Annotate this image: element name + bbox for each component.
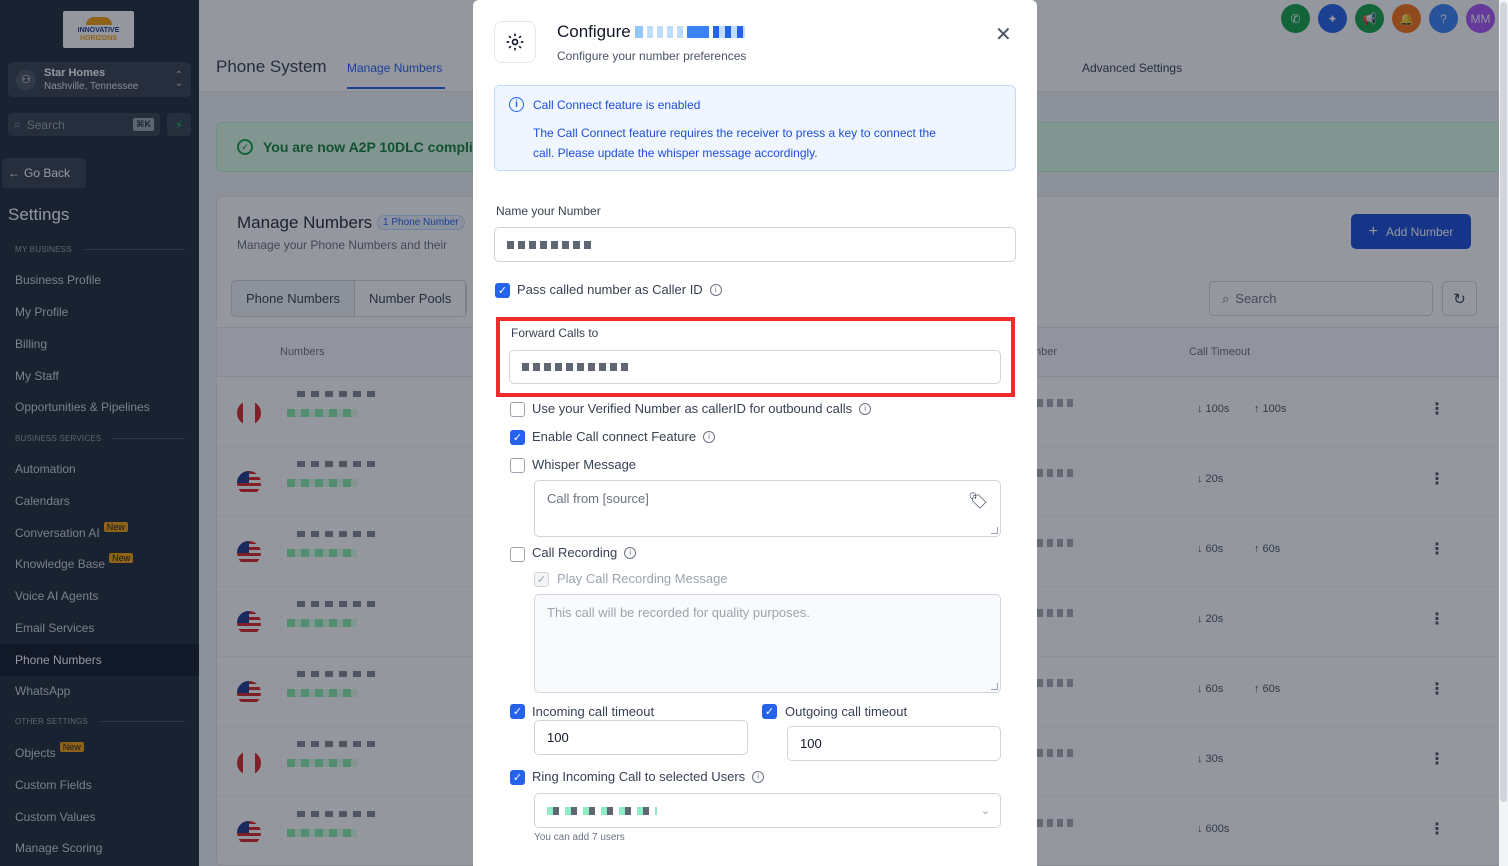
number-name-input[interactable] xyxy=(494,227,1016,262)
users-hint: You can add 7 users xyxy=(534,832,625,843)
outgoing-timeout-checkbox[interactable]: ✓ xyxy=(762,704,777,719)
close-icon[interactable]: ✕ xyxy=(995,22,1012,47)
modal-title: Configure xyxy=(557,22,745,42)
incoming-timeout-checkbox[interactable]: ✓ xyxy=(510,704,525,719)
call-recording-checkbox[interactable] xyxy=(510,547,525,562)
pass-caller-id-label: Pass called number as Caller ID i xyxy=(517,282,722,297)
modal-subtitle: Configure your number preferences xyxy=(557,49,747,63)
users-select[interactable]: ⌄ xyxy=(534,793,1001,828)
tag-icon[interactable]: 🏷 xyxy=(968,491,988,511)
whisper-message-textarea[interactable]: Call from [source] 🏷 xyxy=(534,480,1001,537)
page-scrollbar[interactable] xyxy=(1499,0,1508,866)
configure-number-modal: Configure Configure your number preferen… xyxy=(473,0,1037,866)
play-recording-checkbox[interactable]: ✓ xyxy=(534,572,549,587)
scrollbar-thumb[interactable] xyxy=(1500,2,1507,802)
call-connect-label: Enable Call connect Feature i xyxy=(532,429,716,444)
recording-message-textarea[interactable]: This call will be recorded for quality p… xyxy=(534,594,1001,693)
incoming-timeout-label: Incoming call timeout xyxy=(532,704,655,719)
pass-caller-id-checkbox[interactable]: ✓ xyxy=(495,283,510,298)
chevron-down-icon: ⌄ xyxy=(980,805,990,817)
outgoing-timeout-input[interactable]: 100 xyxy=(787,726,1001,761)
call-connect-checkbox[interactable]: ✓ xyxy=(510,430,525,445)
info-body: The Call Connect feature requires the re… xyxy=(533,126,936,160)
call-connect-info: i Call Connect feature is enabled The Ca… xyxy=(494,85,1016,171)
info-icon[interactable]: i xyxy=(752,770,765,783)
name-label: Name your Number xyxy=(496,204,601,218)
whisper-checkbox[interactable] xyxy=(510,458,525,473)
info-icon[interactable]: i xyxy=(624,546,637,559)
ring-users-label: Ring Incoming Call to selected Users i xyxy=(532,769,765,784)
outgoing-timeout-label: Outgoing call timeout xyxy=(785,704,908,719)
ring-users-checkbox[interactable]: ✓ xyxy=(510,770,525,785)
play-recording-label: Play Call Recording Message xyxy=(557,571,728,586)
info-icon: i xyxy=(509,97,524,112)
verified-number-label: Use your Verified Number as callerID for… xyxy=(532,401,872,416)
call-recording-label: Call Recording i xyxy=(532,545,637,560)
info-icon[interactable]: i xyxy=(703,430,716,443)
whisper-label: Whisper Message xyxy=(532,457,637,472)
info-icon[interactable]: i xyxy=(859,402,872,415)
incoming-timeout-input[interactable]: 100 xyxy=(534,720,748,755)
forward-calls-highlight xyxy=(496,317,1015,397)
verified-number-checkbox[interactable] xyxy=(510,402,525,417)
gear-icon xyxy=(494,21,536,63)
info-icon[interactable]: i xyxy=(709,283,722,296)
info-title: Call Connect feature is enabled xyxy=(533,98,701,112)
